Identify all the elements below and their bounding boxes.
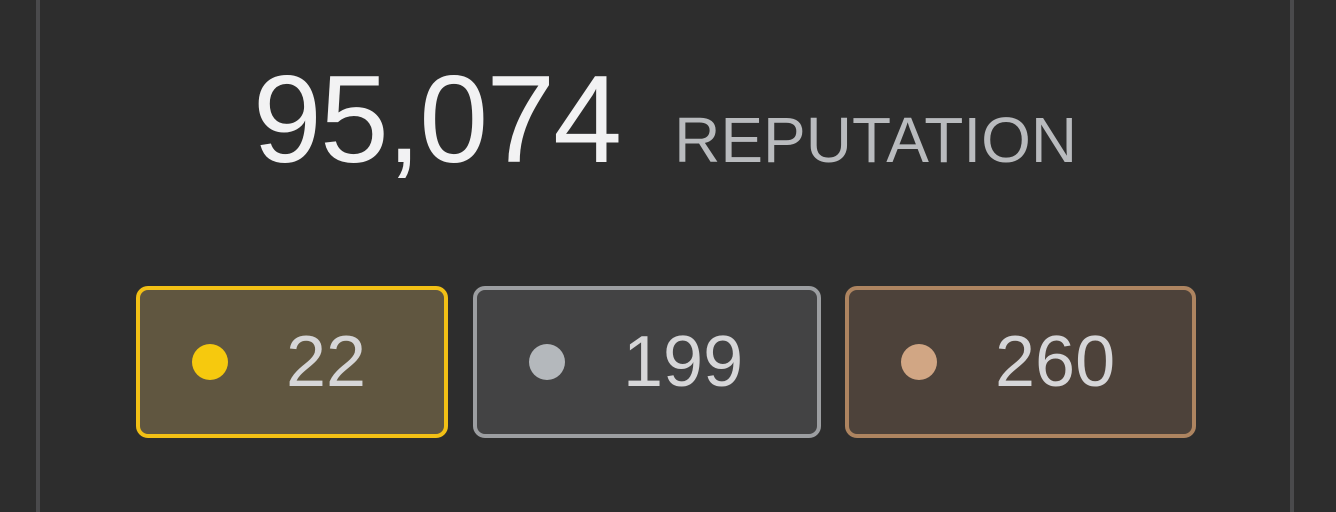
bronze-badge-count: 260 [995,322,1116,402]
silver-badge-dot-icon [529,344,565,380]
bronze-badge-dot-icon [901,344,937,380]
silver-badges[interactable]: 199 [473,286,821,438]
reputation-row: 95,074 REPUTATION [40,58,1290,198]
silver-badge-count: 199 [623,322,744,402]
bronze-badges[interactable]: 260 [845,286,1196,438]
reputation-label: REPUTATION [674,104,1078,176]
reputation-value: 95,074 [252,51,622,189]
gold-badges[interactable]: 22 [136,286,448,438]
gold-badge-count: 22 [286,322,367,402]
gold-badge-dot-icon [192,344,228,380]
